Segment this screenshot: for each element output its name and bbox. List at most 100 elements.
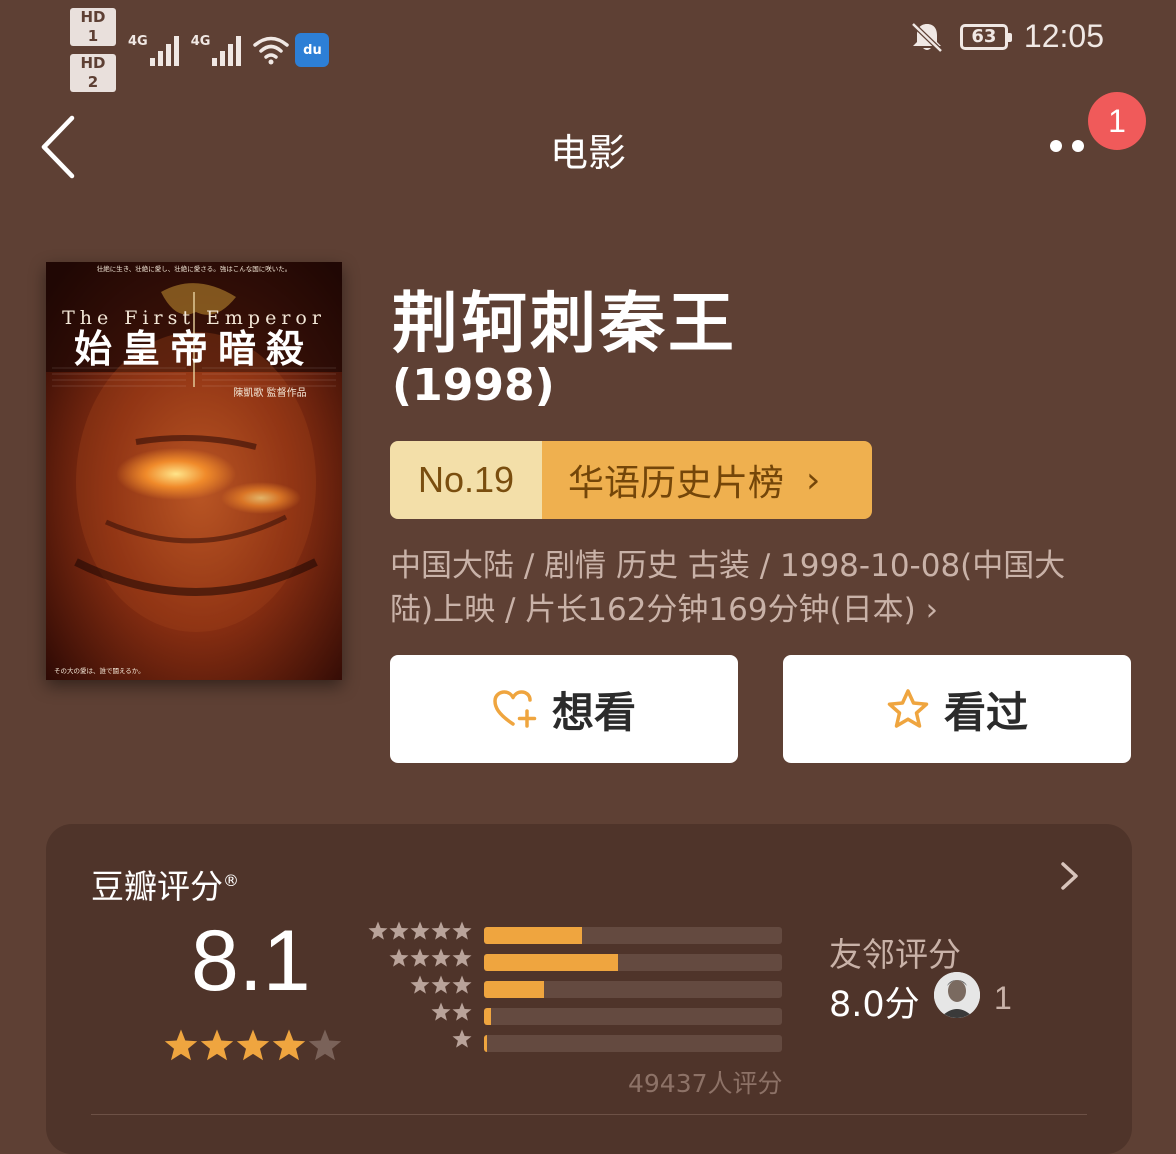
distribution-row-4-star xyxy=(364,948,784,978)
meta-line-1: 中国大陆 / 剧情 历史 古装 / 1998-10-08(中国大 xyxy=(390,548,1066,584)
more-dots-icon xyxy=(1072,140,1084,152)
battery-indicator: 63 xyxy=(959,23,1012,50)
status-bar: HD 1 HD 2 4G 4G du 63 12:05 xyxy=(0,0,1176,92)
watched-label: 看过 xyxy=(943,687,1028,737)
distribution-bar-fill xyxy=(484,1035,487,1052)
friend-rating-title: 友邻评分 xyxy=(829,935,961,974)
network-type-1: 4G xyxy=(128,34,148,49)
star-icon xyxy=(452,975,472,994)
distribution-bar xyxy=(484,981,782,998)
chevron-right-icon: › xyxy=(925,592,939,628)
rank-list-label: 华语历史片榜 xyxy=(568,463,785,504)
distribution-stars xyxy=(452,1029,472,1049)
rating-title: 豆瓣评分® xyxy=(91,860,239,908)
star-icon xyxy=(431,948,451,967)
signal-1: 4G xyxy=(128,34,179,66)
star-icon xyxy=(452,1002,472,1021)
more-button[interactable] xyxy=(1044,130,1094,160)
distribution-bar-fill xyxy=(484,1008,492,1025)
meta-line-2-text: 陆)上映 / 片长162分钟169分钟(日本) xyxy=(390,592,916,628)
registered-mark: ® xyxy=(223,871,239,890)
distribution-bar-fill xyxy=(484,954,619,971)
rating-title-text: 豆瓣评分 xyxy=(91,867,223,906)
distribution-stars xyxy=(368,921,472,941)
friend-rating-score: 8.0分 xyxy=(829,985,920,1025)
distribution-stars xyxy=(431,1002,472,1022)
sim-indicators: HD 1 HD 2 xyxy=(70,8,116,92)
clock: 12:05 xyxy=(1023,18,1104,54)
chevron-right-icon: › xyxy=(806,459,821,501)
status-right: 63 12:05 xyxy=(910,18,1104,55)
page-title: 电影 xyxy=(549,131,626,175)
star-icon xyxy=(410,921,430,940)
avatar[interactable] xyxy=(934,972,980,1018)
distribution-stars xyxy=(410,975,472,995)
star-icon xyxy=(389,948,409,967)
distribution-bar xyxy=(484,954,782,971)
rating-card: 豆瓣评分® 8.1 49437人评分 友邻评分 8.0分 1 xyxy=(46,824,1132,1154)
wifi-icon xyxy=(253,36,290,65)
friend-rating-count: 1 xyxy=(994,980,1012,1016)
heart-plus-icon xyxy=(493,690,537,728)
rank-number: No.19 xyxy=(390,441,542,519)
distribution-bar xyxy=(484,1008,782,1025)
poster-japanese-title: 始皇帝暗殺 xyxy=(74,326,314,371)
distribution-bar xyxy=(484,1035,782,1052)
star-icon xyxy=(431,921,451,940)
signal-2: 4G xyxy=(191,34,242,66)
star-icon xyxy=(452,921,472,940)
divider xyxy=(91,1114,1087,1115)
movie-title: 荆轲刺秦王 xyxy=(392,285,737,362)
movie-year: (1998) xyxy=(392,360,555,411)
star-icon xyxy=(452,948,472,967)
distribution-stars xyxy=(389,948,472,968)
distribution-row-5-star xyxy=(364,921,784,951)
movie-poster[interactable]: 壮絶に生き、壮絶に愛し、壮絶に愛さる。強はこんな国に咲いた。 The First… xyxy=(46,262,342,680)
bell-off-icon xyxy=(911,21,943,53)
star-icon xyxy=(389,921,409,940)
star-filled-icon xyxy=(272,1029,306,1061)
signal-bars-icon xyxy=(149,34,179,66)
star-filled-icon xyxy=(164,1029,198,1061)
star-icon xyxy=(431,1002,451,1021)
signal-bars-icon xyxy=(212,34,242,66)
rating-score: 8.1 xyxy=(191,913,311,1009)
poster-top-line: 壮絶に生き、壮絶に愛し、壮絶に愛さる。強はこんな国に咲いた。 xyxy=(97,264,292,273)
more-dots-icon xyxy=(1050,140,1062,152)
star-filled-icon xyxy=(200,1029,234,1061)
avatar-image xyxy=(934,972,980,1018)
movie-meta[interactable]: 中国大陆 / 剧情 历史 古装 / 1998-10-08(中国大 陆)上映 / … xyxy=(390,544,1120,632)
chevron-right-icon xyxy=(1061,862,1078,890)
want-to-watch-button[interactable]: 想看 xyxy=(390,655,738,763)
want-to-watch-label: 想看 xyxy=(551,687,636,737)
sim1-indicator: HD 1 xyxy=(70,8,116,46)
nav-bar: 电影 xyxy=(0,100,1176,190)
network-type-2: 4G xyxy=(190,34,211,49)
star-icon xyxy=(410,948,430,967)
poster-image: 壮絶に生き、壮絶に愛し、壮絶に愛さる。強はこんな国に咲いた。 The First… xyxy=(46,262,342,680)
distribution-bar-fill xyxy=(484,981,544,998)
total-ratings[interactable]: 49437人评分 xyxy=(628,1064,783,1100)
star-empty-icon xyxy=(308,1029,342,1061)
star-outline-icon xyxy=(887,689,929,728)
star-icon xyxy=(368,921,388,940)
star-icon xyxy=(410,975,430,994)
poster-director-line: 陳凱歌 監督作品 xyxy=(233,386,306,399)
distribution-bar-fill xyxy=(484,927,583,944)
meta-line-2: 陆)上映 / 片长162分钟169分钟(日本) › xyxy=(390,588,1120,632)
status-left: HD 1 HD 2 4G 4G du xyxy=(70,8,330,92)
rating-detail-button[interactable] xyxy=(1054,856,1084,896)
baidu-app-icon: du xyxy=(295,33,330,67)
distribution-bar xyxy=(484,927,782,944)
watched-button[interactable]: 看过 xyxy=(783,655,1131,763)
rating-stars xyxy=(164,1029,342,1063)
distribution-row-2-star xyxy=(364,1002,784,1032)
distribution-row-3-star xyxy=(364,975,784,1005)
poster-bottom-line: その大の愛は、誰で闘えるか。 xyxy=(54,666,145,675)
star-icon xyxy=(452,1029,472,1048)
rank-list-name: 华语历史片榜 › xyxy=(542,441,872,519)
sim2-indicator: HD 2 xyxy=(70,54,116,92)
star-icon xyxy=(431,975,451,994)
distribution-row-1-star xyxy=(364,1029,784,1059)
ranking-badge[interactable]: No.19 华语历史片榜 › xyxy=(390,441,872,519)
